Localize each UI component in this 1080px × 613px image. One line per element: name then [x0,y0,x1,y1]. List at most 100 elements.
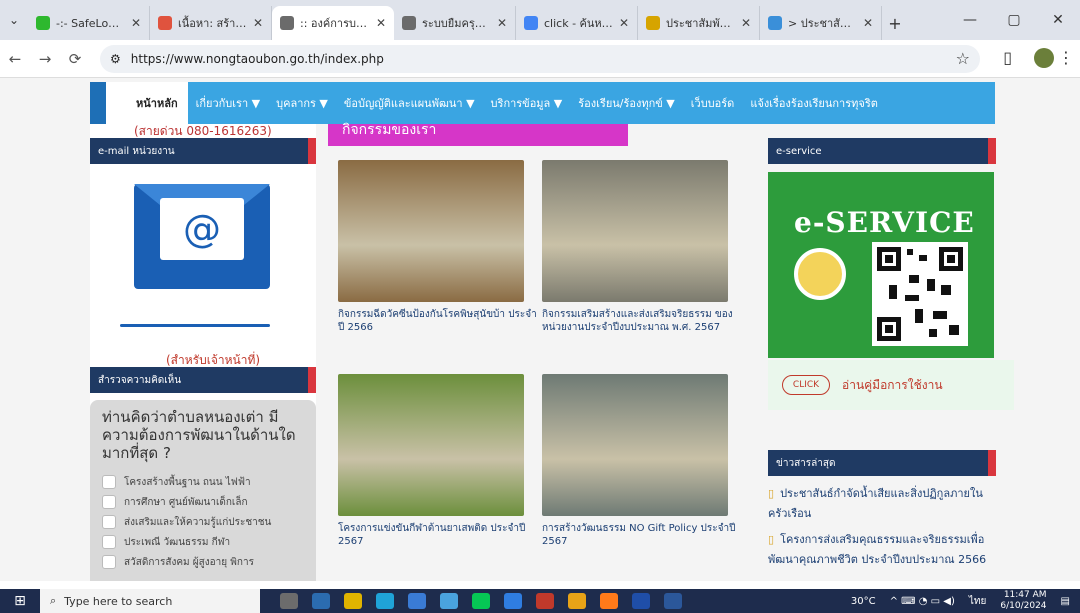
activity-caption[interactable]: กิจกรรมฉีดวัคซีนป้องกันโรคพิษสุนัขบ้า ปร… [338,308,538,334]
app-icon[interactable] [312,593,330,609]
poll-option-label: สวัสดิการสังคม ผู้สูงอายุ พิการ [124,556,254,568]
tab-close-icon[interactable]: ✕ [131,16,141,30]
menu-item-about[interactable]: เกี่ยวกับเรา ▼ [188,94,269,112]
poll-option[interactable]: การศึกษา ศูนย์พัฒนาเด็กเล็ก [102,492,304,512]
tab-favicon [402,16,416,30]
tray-icons[interactable]: ^ ⌨ ◔ ▭ ◀) [890,596,955,607]
extensions-icon[interactable]: ▯ [1003,48,1012,67]
weather-text[interactable]: 30°C [851,596,876,607]
eservice-header: e-service [768,138,996,164]
activities-banner: กิจกรรมของเรา [328,123,628,146]
manual-link[interactable]: อ่านคู่มือการใช้งาน [842,376,943,395]
poll-question: ท่านคิดว่าตำบลหนองเต่า มีความต้องการพัฒน… [102,408,296,462]
poll-option-label: ส่งเสริมและให้ความรู้แก่ประชาชน [124,516,272,528]
poll-option[interactable]: ส่งเสริมและให้ความรู้แก่ประชาชน [102,512,304,532]
reload-icon[interactable]: ⟳ [60,50,90,68]
bullet-icon: ▯ [768,487,775,500]
activity-photo[interactable] [542,374,728,516]
taskbar-search[interactable]: ⌕ Type here to search [40,589,260,613]
poll-option[interactable]: สวัสดิการสังคม ผู้สูงอายุ พิการ [102,552,304,572]
back-icon[interactable]: ← [0,50,30,68]
tab-close-icon[interactable]: ✕ [376,16,386,30]
menu-item-personnel[interactable]: บุคลากร ▼ [268,94,336,112]
menu-item-corruption-report[interactable]: แจ้งเรื่องร้องเรียนการทุจริต [742,94,886,112]
new-tab-button[interactable]: + [882,6,908,40]
browser-tab[interactable]: ระบบยืมครุภัณฑ์ออ ✕ [394,6,516,40]
checkbox[interactable] [102,475,116,489]
news-item[interactable]: ▯ ประชาสันธ์กำจัดน้ำเสียและสิ่งปฏิกูลภายใ… [768,484,994,524]
chrome-icon[interactable] [568,593,586,609]
activity-photo[interactable] [338,160,524,302]
maximize-icon[interactable]: ▢ [992,12,1036,28]
task-view-icon[interactable] [280,593,298,609]
browser-tab[interactable]: -:- SafeLog HotS ✕ [28,6,150,40]
activity-photo[interactable] [338,374,524,516]
edge-icon[interactable] [376,593,394,609]
photoshop-icon[interactable] [632,593,650,609]
tab-list: -:- SafeLog HotS ✕ เนื้อหา: สร้างใหม่ - ✕::… [28,0,882,40]
checkbox[interactable] [102,495,116,509]
menu-item-webboard[interactable]: เว็บบอร์ด [683,94,743,112]
email-envelope-icon[interactable]: @ [134,184,270,289]
app-icon[interactable] [440,593,458,609]
tab-close-icon[interactable]: ✕ [253,16,263,30]
notifications-icon[interactable]: ▤ [1061,596,1070,607]
tab-close-icon[interactable]: ✕ [497,16,507,30]
minimize-icon[interactable]: — [948,12,992,28]
tab-close-icon[interactable]: ✕ [863,16,873,30]
line-icon[interactable] [472,593,490,609]
checkbox[interactable] [102,555,116,569]
date-text: 6/10/2024 [1000,601,1047,611]
menu-item-services[interactable]: บริการข้อมูล ▼ [483,94,571,112]
tab-close-icon[interactable]: ✕ [741,16,751,30]
tab-title: -:- SafeLog HotS [56,16,125,30]
word-icon[interactable] [664,593,682,609]
menu-item-complaints[interactable]: ร้องเรียน/ร้องทุกข์ ▼ [570,94,683,112]
at-sign-icon: @ [160,198,244,260]
tab-search-icon[interactable]: ⌄ [0,0,28,40]
browser-tab[interactable]: เนื้อหา: สร้างใหม่ - ✕ [150,6,272,40]
tab-close-icon[interactable]: ✕ [619,16,629,30]
browser-tab[interactable]: > ประชาสัมพันธ์ก ✕ [760,6,882,40]
forward-icon[interactable]: → [30,50,60,68]
filezilla-icon[interactable] [536,593,554,609]
poll-option[interactable]: ประเพณี วัฒนธรรม กีฬา [102,532,304,552]
search-icon: ⌕ [50,594,57,607]
bullet-icon: ▯ [768,533,775,546]
clock[interactable]: 11:47 AM 6/10/2024 [1000,590,1046,612]
mail-icon[interactable] [408,593,426,609]
browser-tab[interactable]: ประชาสัมพันธ์ เรื่อ ✕ [638,6,760,40]
activity-photo[interactable] [542,160,728,302]
menu-item-home[interactable]: หน้าหลัก [90,82,188,124]
file-explorer-icon[interactable] [344,593,362,609]
url-field[interactable]: ⚙ https://www.nongtaoubon.go.th/index.ph… [100,44,980,73]
eservice-banner[interactable]: e-SERVICE [768,172,994,358]
activity-caption[interactable]: กิจกรรมเสริมสร้างและส่งเสริมจริยธรรม ของ… [542,308,742,334]
activity-caption[interactable]: การสร้างวัฒนธรรม NO Gift Policy ประจำปี … [542,522,742,548]
news-item[interactable]: ▯ โครงการส่งเสริมคุณธรรมและจริยธรรมเพื่อพ… [768,530,994,570]
tab-favicon [646,16,660,30]
poll-option[interactable]: โครงสร้างพื้นฐาน ถนน ไฟฟ้า [102,472,304,492]
click-button[interactable]: CLICK [782,375,830,395]
activity-caption[interactable]: โครงการแข่งขันกีฬาต้านยาเสพติด ประจำปี 2… [338,522,538,548]
start-icon[interactable]: ⊞ [0,593,40,609]
profile-avatar[interactable] [1034,48,1054,68]
browser-tab[interactable]: :: องค์การบริหารส่ ✕ [272,6,394,40]
language-indicator[interactable]: ไทย [969,594,986,609]
browser-tab[interactable]: click - ค้นหาด้วย ✕ [516,6,638,40]
store-icon[interactable] [504,593,522,609]
tab-favicon [524,16,538,30]
site-info-icon[interactable]: ⚙ [110,52,121,66]
checkbox[interactable] [102,515,116,529]
qr-code-icon [877,247,963,341]
manual-row: CLICK อ่านคู่มือการใช้งาน [768,360,1014,410]
tab-title: เนื้อหา: สร้างใหม่ - [178,17,247,30]
close-icon[interactable]: ✕ [1036,12,1080,28]
star-icon[interactable]: ☆ [956,49,970,68]
menu-icon[interactable]: ⋮ [1058,48,1074,67]
app-icon[interactable] [600,593,618,609]
menu-item-plans[interactable]: ข้อบัญญัติและแผนพัฒนา ▼ [336,94,483,112]
address-bar: ← → ⟳ ⚙ https://www.nongtaoubon.go.th/in… [0,40,1080,78]
checkbox[interactable] [102,535,116,549]
survey-header: สำรวจความคิดเห็น [90,367,316,393]
